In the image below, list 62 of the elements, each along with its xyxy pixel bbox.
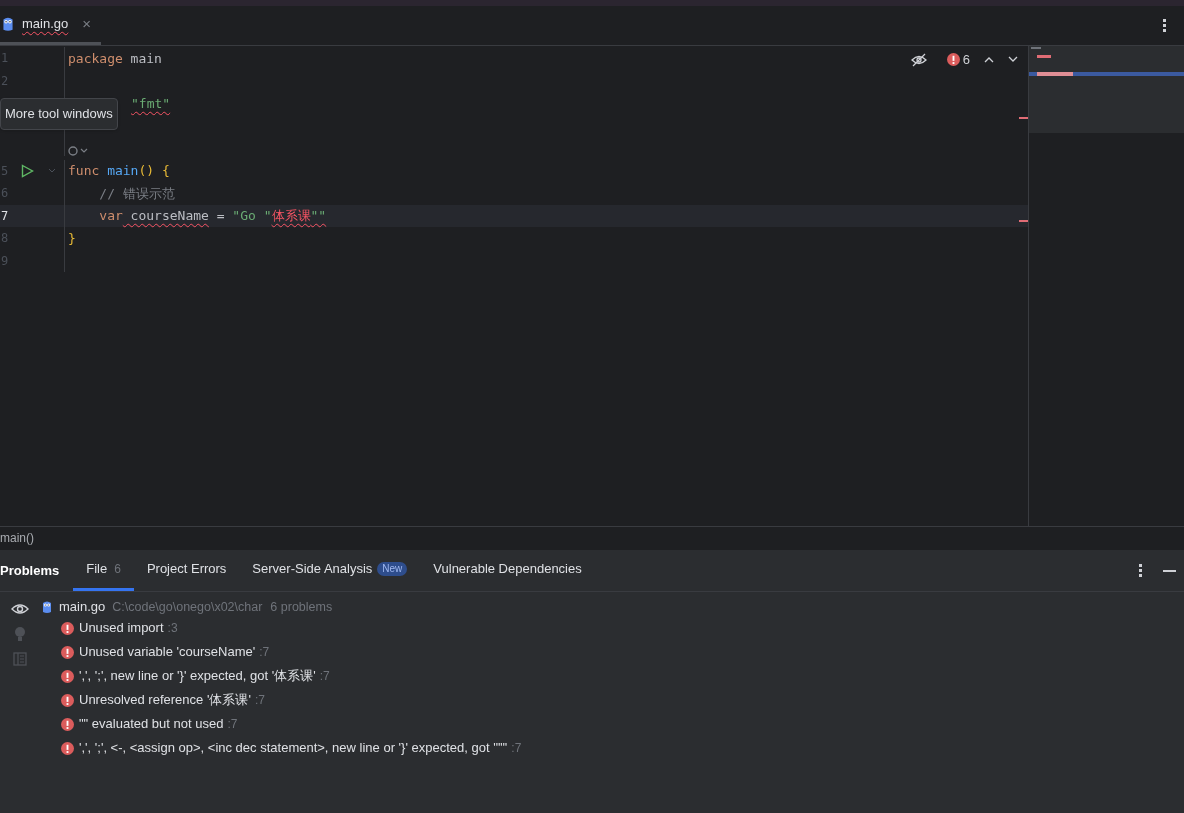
error-icon — [61, 645, 74, 659]
chevron-down-icon[interactable] — [1008, 56, 1018, 64]
tab-label[interactable]: Project Errors — [146, 559, 227, 579]
code-token: = — [215, 207, 225, 225]
code-token: } — [68, 229, 76, 248]
problem-message[interactable]: ',', ';', new line or '}' expected, got '体系课' — [79, 666, 316, 686]
eye-icon[interactable] — [11, 602, 29, 616]
tab-label[interactable]: main.go — [22, 14, 69, 34]
error-count-text: 6 — [962, 51, 970, 69]
code-token: () — [138, 162, 155, 180]
panel-tab[interactable]: File 6 — [73, 550, 134, 591]
error-count[interactable]: 6 — [946, 50, 970, 70]
tab-count: 6 — [114, 561, 121, 578]
breadcrumb[interactable]: main() — [0, 529, 34, 547]
run-icon[interactable] — [21, 163, 34, 178]
panel-tab[interactable]: Server-Side Analysis New — [239, 550, 421, 591]
problem-line: :7 — [227, 716, 238, 733]
panel-tab[interactable]: Project Errors — [133, 550, 240, 591]
code-token: main — [129, 49, 162, 68]
code-token: courseName — [129, 207, 209, 225]
error-icon — [61, 717, 74, 731]
chevron-up-icon[interactable] — [984, 56, 994, 64]
problem-message[interactable]: Unused variable 'courseName' — [79, 642, 256, 662]
problem-line: :7 — [254, 692, 265, 709]
error-icon — [61, 669, 74, 683]
line-number: 7 — [0, 207, 9, 225]
problem-message[interactable]: Unused import — [79, 618, 164, 638]
problem-message[interactable]: "" evaluated but not used — [79, 714, 224, 734]
editor-tab[interactable]: main.go × — [0, 6, 101, 45]
code-token: main — [106, 162, 139, 180]
tab-label[interactable]: Server-Side Analysis — [252, 559, 373, 579]
problem-line: :7 — [511, 740, 522, 757]
tab-label[interactable]: Vulnerable Dependencies — [433, 559, 582, 579]
code-token: package — [68, 49, 123, 68]
problem-line: :7 — [259, 644, 270, 661]
problem-message[interactable]: Unresolved reference '体系课' — [79, 690, 251, 710]
code-token: var — [98, 207, 123, 225]
error-icon — [61, 741, 74, 755]
minimize-icon[interactable] — [1163, 569, 1176, 572]
panel-tab[interactable]: Vulnerable Dependencies — [420, 550, 595, 591]
problem-line: :7 — [319, 668, 330, 685]
problem-message[interactable]: ',', ';', <-, <assign op>, <inc dec statement>, new line or '}' expected, got '""' — [79, 738, 508, 758]
eye-off-icon[interactable] — [910, 52, 927, 67]
error-icon — [946, 53, 960, 67]
code-token: // 错误示范 — [98, 184, 175, 203]
code-token: "fmt" — [131, 94, 171, 113]
problem-line: :3 — [167, 620, 178, 637]
panel-title: Problems — [0, 561, 60, 580]
code-token: func — [68, 162, 100, 180]
code-token: "" — [310, 207, 327, 225]
code-token: { — [160, 162, 170, 180]
file-path: C:\code\go\onego\x02\char — [112, 598, 263, 616]
tooltip: More tool windows — [0, 98, 118, 130]
close-icon[interactable]: × — [82, 12, 91, 36]
problem-count: 6 problems — [270, 598, 333, 616]
code-token: 体系课 — [271, 207, 311, 225]
error-icon — [61, 693, 74, 707]
error-icon — [61, 621, 74, 635]
tab-label[interactable]: File — [86, 559, 108, 579]
new-badge: New — [377, 562, 408, 576]
file-name[interactable]: main.go — [59, 597, 106, 617]
code-token: "Go " — [231, 207, 272, 225]
